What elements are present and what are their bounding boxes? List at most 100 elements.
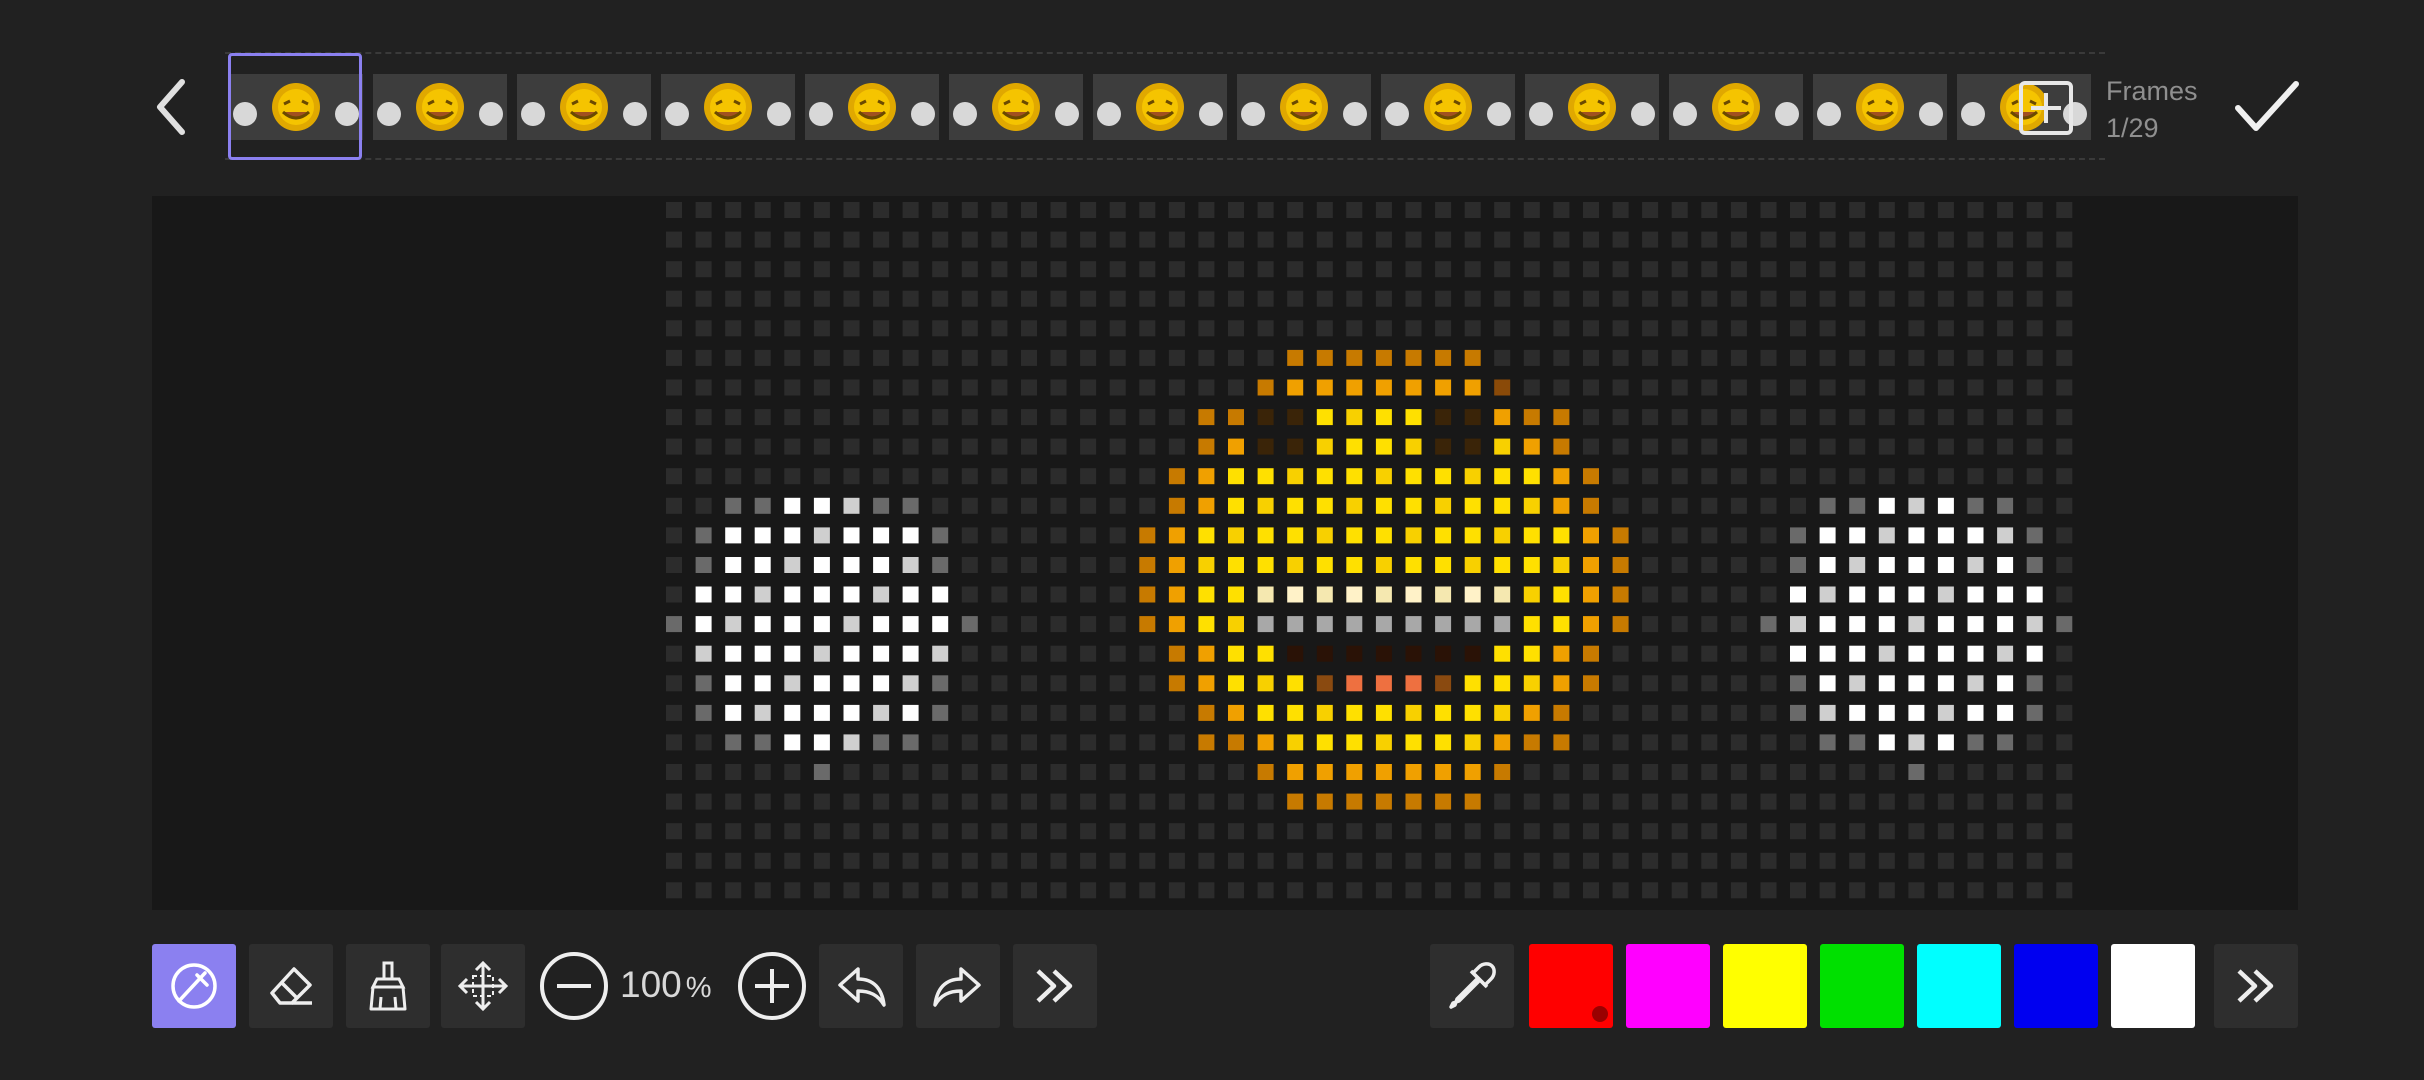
led-pixel[interactable] bbox=[784, 409, 801, 426]
led-pixel[interactable] bbox=[1198, 409, 1215, 426]
led-pixel[interactable] bbox=[902, 734, 919, 751]
led-pixel[interactable] bbox=[1997, 675, 2014, 692]
led-pixel[interactable] bbox=[1878, 882, 1895, 899]
led-pixel[interactable] bbox=[1878, 793, 1895, 810]
led-pixel[interactable] bbox=[1080, 704, 1097, 721]
led-pixel[interactable] bbox=[1908, 497, 1925, 514]
led-pixel[interactable] bbox=[1760, 616, 1777, 633]
led-pixel[interactable] bbox=[1819, 497, 1836, 514]
led-pixel[interactable] bbox=[961, 793, 978, 810]
led-pixel[interactable] bbox=[1908, 882, 1925, 899]
led-pixel[interactable] bbox=[754, 675, 771, 692]
led-pixel[interactable] bbox=[1080, 379, 1097, 396]
led-pixel[interactable] bbox=[754, 852, 771, 869]
led-pixel[interactable] bbox=[754, 379, 771, 396]
led-pixel[interactable] bbox=[1198, 675, 1215, 692]
led-pixel[interactable] bbox=[1878, 823, 1895, 840]
led-pixel[interactable] bbox=[1435, 852, 1452, 869]
led-pixel[interactable] bbox=[1464, 586, 1481, 603]
led-pixel[interactable] bbox=[1671, 852, 1688, 869]
led-pixel[interactable] bbox=[1553, 290, 1570, 307]
led-pixel[interactable] bbox=[1760, 852, 1777, 869]
led-pixel[interactable] bbox=[1583, 261, 1599, 278]
led-pixel[interactable] bbox=[1168, 704, 1185, 721]
led-pixel[interactable] bbox=[902, 202, 919, 218]
led-pixel[interactable] bbox=[666, 349, 682, 366]
led-pixel[interactable] bbox=[932, 764, 949, 780]
led-pixel[interactable] bbox=[1464, 290, 1481, 307]
led-pixel[interactable] bbox=[1168, 793, 1185, 810]
led-pixel[interactable] bbox=[1612, 409, 1629, 426]
led-pixel[interactable] bbox=[1553, 468, 1570, 485]
led-pixel[interactable] bbox=[2026, 557, 2043, 573]
led-pixel[interactable] bbox=[1819, 734, 1836, 751]
led-pixel[interactable] bbox=[1819, 320, 1836, 337]
led-pixel[interactable] bbox=[725, 409, 742, 426]
led-pixel[interactable] bbox=[666, 468, 682, 485]
led-pixel[interactable] bbox=[1375, 468, 1392, 485]
led-pixel[interactable] bbox=[1997, 320, 2014, 337]
led-pixel[interactable] bbox=[1878, 409, 1895, 426]
led-pixel[interactable] bbox=[1819, 349, 1836, 366]
led-pixel[interactable] bbox=[1228, 764, 1244, 780]
led-pixel[interactable] bbox=[725, 438, 742, 455]
color-swatch[interactable] bbox=[2111, 944, 2195, 1028]
led-pixel[interactable] bbox=[754, 320, 771, 337]
led-pixel[interactable] bbox=[1021, 527, 1037, 544]
led-pixel[interactable] bbox=[873, 497, 890, 514]
led-pixel[interactable] bbox=[666, 675, 682, 692]
led-pixel[interactable] bbox=[1553, 823, 1570, 840]
led-pixel[interactable] bbox=[1375, 261, 1392, 278]
led-pixel[interactable] bbox=[1464, 616, 1481, 633]
led-pixel[interactable] bbox=[1760, 202, 1777, 218]
led-pixel[interactable] bbox=[1671, 527, 1688, 544]
led-pixel[interactable] bbox=[1671, 645, 1688, 662]
led-pixel[interactable] bbox=[873, 852, 890, 869]
led-pixel[interactable] bbox=[1021, 645, 1037, 662]
led-pixel[interactable] bbox=[1671, 704, 1688, 721]
led-pixel[interactable] bbox=[813, 438, 830, 455]
led-pixel[interactable] bbox=[1375, 438, 1392, 455]
led-pixel[interactable] bbox=[1316, 823, 1333, 840]
led-pixel[interactable] bbox=[1612, 704, 1629, 721]
led-pixel[interactable] bbox=[1050, 616, 1067, 633]
led-pixel[interactable] bbox=[961, 882, 978, 899]
frames-strip[interactable] bbox=[225, 52, 2105, 160]
led-pixel[interactable] bbox=[991, 852, 1008, 869]
led-pixel[interactable] bbox=[1405, 557, 1422, 573]
led-pixel[interactable] bbox=[1021, 793, 1037, 810]
led-pixel[interactable] bbox=[843, 586, 860, 603]
led-pixel[interactable] bbox=[1316, 764, 1333, 780]
led-pixel[interactable] bbox=[1612, 882, 1629, 899]
led-pixel[interactable] bbox=[813, 704, 830, 721]
led-pixel[interactable] bbox=[1553, 497, 1570, 514]
led-pixel[interactable] bbox=[1050, 704, 1067, 721]
led-pixel[interactable] bbox=[695, 586, 712, 603]
led-pixel[interactable] bbox=[1997, 616, 2014, 633]
led-pixel[interactable] bbox=[991, 202, 1008, 218]
led-pixel[interactable] bbox=[1257, 468, 1274, 485]
led-pixel[interactable] bbox=[1642, 320, 1659, 337]
led-pixel[interactable] bbox=[1612, 349, 1629, 366]
led-pixel[interactable] bbox=[1819, 793, 1836, 810]
led-pixel[interactable] bbox=[1997, 497, 2014, 514]
led-pixel[interactable] bbox=[666, 290, 682, 307]
led-pixel[interactable] bbox=[1139, 675, 1156, 692]
led-pixel[interactable] bbox=[1316, 202, 1333, 218]
led-pixel[interactable] bbox=[1405, 764, 1422, 780]
led-pixel[interactable] bbox=[1701, 645, 1718, 662]
led-pixel[interactable] bbox=[1819, 409, 1836, 426]
led-pixel[interactable] bbox=[1819, 438, 1836, 455]
led-pixel[interactable] bbox=[1316, 409, 1333, 426]
led-pixel[interactable] bbox=[1967, 704, 1984, 721]
led-pixel[interactable] bbox=[1997, 468, 2014, 485]
led-pixel[interactable] bbox=[1790, 349, 1806, 366]
led-pixel[interactable] bbox=[1494, 882, 1511, 899]
led-pixel[interactable] bbox=[843, 290, 860, 307]
led-pixel[interactable] bbox=[666, 231, 682, 248]
led-pixel[interactable] bbox=[2056, 379, 2073, 396]
led-pixel[interactable] bbox=[961, 586, 978, 603]
led-pixel[interactable] bbox=[2026, 823, 2043, 840]
led-pixel[interactable] bbox=[991, 497, 1008, 514]
led-pixel[interactable] bbox=[991, 823, 1008, 840]
